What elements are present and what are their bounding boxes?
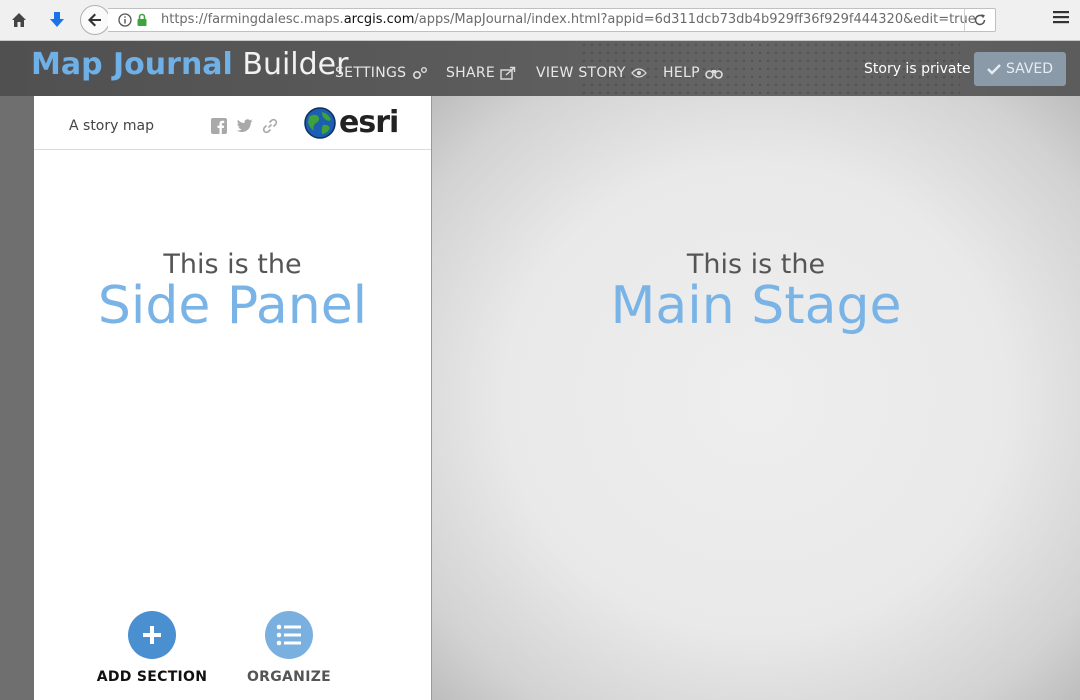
checkmark-icon [987, 64, 1001, 75]
lock-icon [137, 13, 147, 26]
app-title-secondary: Builder [242, 47, 349, 82]
side-panel-header: A story map esri [34, 96, 431, 150]
app-title: Map Journal Builder [31, 47, 348, 82]
nav-share-label: SHARE [446, 65, 496, 81]
main-stage: This is the Main Stage [432, 96, 1080, 700]
organize-button[interactable]: ORGANIZE [229, 611, 349, 685]
saved-label: SAVED [1005, 61, 1054, 77]
add-section-label[interactable]: ADD SECTION [92, 669, 212, 685]
gears-icon [413, 67, 428, 80]
esri-logo[interactable]: esri [304, 105, 399, 140]
url-bar[interactable]: https://farmingdalesc.maps.arcgis.com/ap… [108, 8, 996, 32]
nav-help[interactable]: HELP [663, 65, 723, 81]
url-text[interactable]: https://farmingdalesc.maps.arcgis.com/ap… [161, 12, 976, 27]
info-icon[interactable] [118, 13, 132, 27]
side-panel: A story map esri This is the Side Panel … [34, 96, 432, 700]
main-stage-placeholder-title: Main Stage [610, 276, 902, 336]
home-button[interactable] [7, 8, 31, 32]
globe-icon [304, 107, 336, 139]
social-share-icons [211, 118, 278, 134]
esri-wordmark: esri [339, 105, 399, 140]
organize-circle[interactable] [265, 611, 313, 659]
hamburger-icon [1053, 11, 1069, 24]
browser-toolbar: https://farmingdalesc.maps.arcgis.com/ap… [0, 0, 1080, 41]
side-panel-placeholder-title: Side Panel [97, 276, 368, 336]
nav-settings-label: SETTINGS [335, 65, 407, 81]
twitter-icon[interactable] [236, 119, 253, 133]
add-section-circle[interactable] [128, 611, 176, 659]
nav-settings[interactable]: SETTINGS [335, 65, 429, 81]
nav-share[interactable]: SHARE [446, 65, 516, 81]
story-tagline: A story map [69, 118, 154, 134]
reload-button[interactable] [964, 9, 995, 31]
app-title-primary: Map Journal [31, 47, 233, 82]
facebook-icon[interactable] [211, 118, 227, 134]
back-button[interactable] [80, 5, 110, 35]
browser-menu-button[interactable] [1052, 9, 1070, 29]
builder-header: Map Journal Builder SETTINGS SHARE VIEW … [0, 41, 1080, 96]
download-arrow-icon [50, 12, 64, 27]
link-icon[interactable] [262, 118, 278, 134]
back-arrow-icon [88, 13, 101, 27]
nav-view-story[interactable]: VIEW STORY [536, 65, 647, 81]
binoculars-icon [705, 70, 723, 79]
reload-icon [974, 14, 986, 26]
downloads-button[interactable] [45, 8, 69, 32]
list-icon [276, 624, 301, 646]
saved-button[interactable]: SAVED [974, 52, 1066, 86]
home-icon [12, 13, 26, 27]
story-privacy-status: Story is private [864, 61, 971, 77]
plus-icon [143, 626, 161, 644]
nav-help-label: HELP [663, 65, 700, 81]
eye-icon [630, 68, 647, 78]
organize-label[interactable]: ORGANIZE [229, 669, 349, 685]
share-icon [500, 66, 516, 80]
nav-view-story-label: VIEW STORY [536, 65, 626, 81]
add-section-button[interactable]: ADD SECTION [92, 611, 212, 685]
